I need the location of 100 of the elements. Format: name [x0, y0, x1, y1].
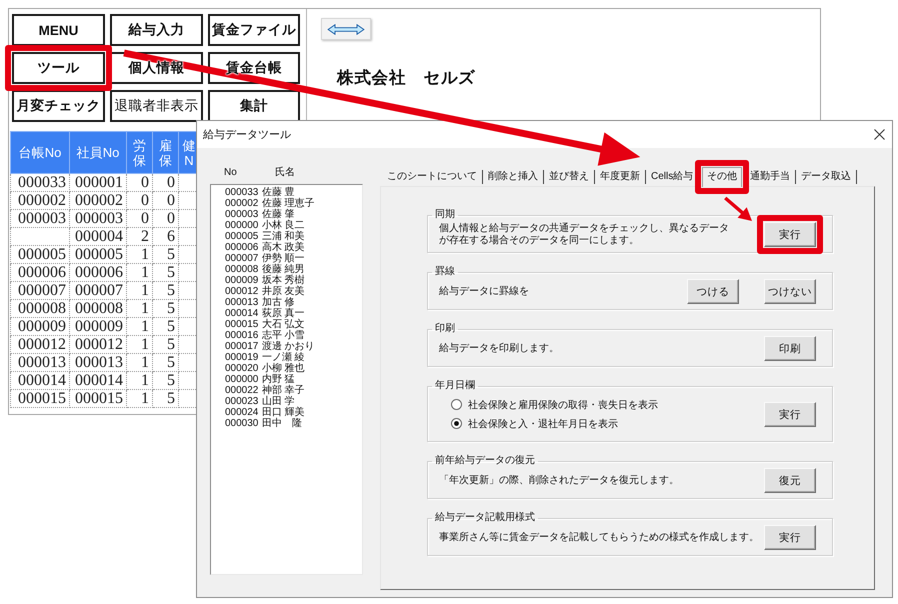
table-cell: 1 — [126, 318, 152, 336]
table-cell: 1 — [126, 354, 152, 372]
list-box[interactable] — [210, 184, 363, 575]
table-cell: 000015 — [10, 390, 70, 408]
tab[interactable]: このシートについて — [382, 170, 483, 184]
list-item[interactable]: 000012 井原 友美 — [225, 286, 362, 297]
callout-arrow — [724, 196, 752, 221]
list-item[interactable]: 000017 渡邊 かおり — [225, 341, 362, 352]
list-item[interactable]: 000023 山田 学 — [225, 396, 362, 407]
action-button[interactable]: 実行 — [764, 402, 816, 427]
table-cell: 1 — [126, 336, 152, 354]
company-name: 株式会社 セルズ — [337, 68, 476, 89]
list-item[interactable]: 000000 内野 猛 — [225, 374, 362, 385]
expand-button[interactable] — [321, 18, 371, 40]
table-cell: 000003 — [70, 210, 126, 228]
list-item[interactable]: 000006 高木 政美 — [225, 242, 362, 253]
table-cell: 000006 — [10, 264, 70, 282]
nav-button[interactable]: 給与入力 — [110, 14, 203, 46]
close-icon[interactable] — [874, 129, 885, 140]
tab[interactable]: 削除と挿入 — [483, 170, 544, 184]
radio-button[interactable] — [451, 399, 462, 410]
window-title: 給与データツール — [203, 128, 291, 142]
table-cell: 000009 — [70, 318, 126, 336]
column-header: 台帳No — [10, 132, 70, 174]
list-item[interactable]: 000013 加古 修 — [225, 297, 362, 308]
tab[interactable]: 通勤手当 — [745, 170, 796, 184]
action-button[interactable]: 復元 — [764, 468, 816, 493]
list-item[interactable]: 000007 伊勢 順一 — [225, 253, 362, 264]
group-title: 罫線 — [434, 266, 456, 278]
list-item[interactable]: 000019 一ノ瀬 綾 — [225, 352, 362, 363]
table-cell: 000008 — [70, 300, 126, 318]
column-header: 労保 — [126, 132, 152, 174]
table-cell: 000002 — [10, 192, 70, 210]
tab[interactable]: 年度更新 — [595, 170, 646, 184]
list-item[interactable]: 000003 佐藤 肇 — [225, 209, 362, 220]
table-cell: 5 — [152, 300, 178, 318]
tab[interactable]: データ取込 — [796, 170, 858, 184]
table-cell: 000033 — [10, 174, 70, 192]
table-cell: 000013 — [10, 354, 70, 372]
list-item[interactable]: 000024 田口 輝美 — [225, 407, 362, 418]
description-text: 事業所さん等に賃金データを記載してもらうための様式を作成します。 — [439, 532, 759, 544]
table-cell: 000002 — [70, 192, 126, 210]
table-cell: 000009 — [10, 318, 70, 336]
action-button[interactable]: つけない — [764, 279, 816, 304]
table-cell: 000001 — [70, 174, 126, 192]
list-item[interactable]: 000002 佐藤 理恵子 — [225, 198, 362, 209]
nav-button[interactable]: 集計 — [208, 90, 300, 122]
table-cell: 0 — [152, 174, 178, 192]
action-button[interactable]: 実行 — [764, 222, 816, 247]
table-cell: 5 — [152, 354, 178, 372]
action-button[interactable]: 実行 — [764, 525, 816, 550]
table-cell: 0 — [126, 210, 152, 228]
toggle-button[interactable]: 退職者非表示 — [110, 90, 203, 122]
radio-label[interactable]: 社会保険と入・退社年月日を表示 — [468, 416, 618, 430]
table-cell: 000007 — [70, 282, 126, 300]
list-item[interactable]: 000014 荻原 真一 — [225, 308, 362, 319]
table-cell: 0 — [126, 174, 152, 192]
radio-label[interactable]: 社会保険と雇用保険の取得・喪失日を表示 — [468, 398, 658, 412]
tab[interactable]: 並び替え — [544, 170, 595, 184]
table-cell: 000003 — [10, 210, 70, 228]
table-cell: 000004 — [70, 228, 126, 246]
list-item[interactable]: 000015 大石 弘文 — [225, 319, 362, 330]
list-item[interactable]: 000008 後藤 純男 — [225, 264, 362, 275]
column-header: No — [224, 166, 238, 180]
list-item[interactable]: 000033 佐藤 豊 — [225, 187, 362, 198]
table-cell: 1 — [126, 246, 152, 264]
list-item[interactable]: 000030 田中 隆 — [225, 418, 362, 429]
group-title: 印刷 — [434, 323, 456, 335]
nav-button[interactable]: 賃金ファイル — [208, 14, 300, 46]
column-header: 社員No — [70, 132, 126, 174]
table-cell: 1 — [126, 300, 152, 318]
table-cell: 000014 — [10, 372, 70, 390]
double-arrow-icon — [327, 24, 365, 34]
list-item[interactable]: 000000 小林 良二 — [225, 220, 362, 231]
table-cell: 5 — [152, 372, 178, 390]
table-cell: 0 — [126, 192, 152, 210]
list-item[interactable]: 000022 神部 幸子 — [225, 385, 362, 396]
tab[interactable]: その他 — [702, 167, 742, 187]
table-cell: 000012 — [70, 336, 126, 354]
table-cell: 1 — [126, 264, 152, 282]
list-item[interactable]: 000020 小柳 雅也 — [225, 363, 362, 374]
list-item[interactable]: 000009 坂本 秀樹 — [225, 275, 362, 286]
tab[interactable]: Cells給与 — [646, 170, 700, 184]
group-title: 給与データ記載用様式 — [434, 512, 536, 524]
table-cell: 1 — [126, 390, 152, 408]
list-item[interactable]: 000005 三浦 和美 — [225, 231, 362, 242]
radio-button[interactable] — [451, 418, 462, 429]
action-button[interactable]: 印刷 — [764, 336, 816, 361]
nav-button[interactable]: MENU — [12, 14, 105, 46]
nav-button[interactable]: ツール — [12, 52, 105, 84]
list-item[interactable]: 000016 志平 小雪 — [225, 330, 362, 341]
nav-button[interactable]: 月変チェック — [12, 90, 105, 122]
table-cell: 000005 — [10, 246, 70, 264]
table-cell: 000006 — [70, 264, 126, 282]
action-button[interactable]: つける — [687, 279, 739, 304]
table-cell: 000014 — [70, 372, 126, 390]
table-cell: 000005 — [70, 246, 126, 264]
table-cell: 5 — [152, 282, 178, 300]
group-title: 年月日欄 — [434, 380, 476, 392]
table-cell: 5 — [152, 246, 178, 264]
